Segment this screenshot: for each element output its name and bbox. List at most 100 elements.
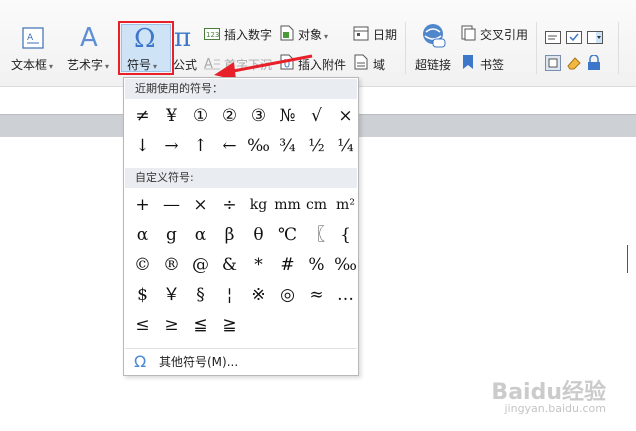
field-button[interactable]: 域 [373, 56, 385, 73]
crossref-button[interactable]: 交叉引用 [480, 26, 528, 43]
crossref-icon [460, 25, 476, 41]
symbol-cell[interactable]: ¦ [215, 281, 244, 309]
more-symbols-button[interactable]: Ω 其他符号(M)... [125, 348, 357, 374]
symbol-cell[interactable]: α [186, 221, 215, 249]
date-button[interactable]: 日期 [373, 26, 397, 43]
symbol-cell[interactable]: % [302, 251, 331, 279]
symbol-cell[interactable]: ◎ [273, 281, 302, 309]
symbol-cell[interactable]: © [128, 251, 157, 279]
symbol-cell[interactable]: ¼ [331, 132, 360, 160]
symbol-cell[interactable]: cm [302, 191, 331, 219]
symbol-cell[interactable]: ← [215, 132, 244, 160]
separator [536, 22, 537, 74]
symbol-cell[interactable]: — [157, 191, 186, 219]
symbol-cell[interactable]: ≤ [128, 311, 157, 339]
hyperlink-icon[interactable] [421, 22, 447, 50]
symbol-cell[interactable]: § [186, 281, 215, 309]
symbol-cell[interactable]: { [331, 221, 360, 249]
symbol-cell[interactable]: * [244, 251, 273, 279]
svg-text:A: A [80, 23, 98, 50]
chevron-down-icon: ▾ [105, 62, 110, 71]
symbol-cell[interactable]: # [273, 251, 302, 279]
symbol-cell[interactable]: mm [273, 191, 302, 219]
symbol-cell[interactable]: ≦ [186, 311, 215, 339]
object-icon [280, 25, 294, 41]
symbol-cell[interactable]: 〖 [302, 221, 331, 249]
textbox-button[interactable]: 文本框 ▾ [11, 56, 53, 73]
symbol-cell[interactable]: ≥ [157, 311, 186, 339]
symbol-cell[interactable]: ½ [302, 132, 331, 160]
field-icon [353, 54, 369, 70]
eraser-icon[interactable] [566, 55, 582, 71]
dropdown-control-icon[interactable] [587, 29, 603, 44]
wordart-icon[interactable]: A [78, 22, 104, 53]
symbol-cell[interactable]: g [157, 221, 186, 249]
symbol-cell[interactable]: ℃ [273, 221, 302, 249]
symbol-cell[interactable]: α [128, 221, 157, 249]
symbol-cell[interactable]: m² [331, 191, 360, 219]
wordart-button[interactable]: 艺术字 ▾ [67, 56, 109, 73]
symbol-cell[interactable]: × [186, 191, 215, 219]
symbol-cell[interactable]: ‰ [331, 251, 360, 279]
checkbox-control-icon[interactable] [566, 29, 582, 44]
textbox-icon[interactable]: A [22, 27, 44, 49]
symbol-cell[interactable]: & [215, 251, 244, 279]
bookmark-label: 书签 [480, 58, 505, 72]
symbol-cell[interactable]: … [331, 281, 360, 309]
chevron-down-icon: ▾ [324, 32, 329, 41]
symbol-cell[interactable]: × [331, 102, 360, 130]
symbol-cell[interactable]: kg [244, 191, 273, 219]
symbol-cell[interactable]: ③ [244, 102, 273, 130]
symbol-cell[interactable]: ② [215, 102, 244, 130]
text-control-icon[interactable] [545, 29, 561, 44]
separator [618, 22, 619, 74]
text-cursor [627, 245, 628, 273]
symbol-cell[interactable]: ¥ [157, 102, 186, 130]
omega-icon: Ω [134, 352, 147, 371]
symbol-cell[interactable]: ① [186, 102, 215, 130]
symbol-cell[interactable]: ‰ [244, 132, 273, 160]
symbol-cell[interactable]: ↑ [186, 132, 215, 160]
symbol-cell[interactable]: ® [157, 251, 186, 279]
pi-icon[interactable]: π [174, 22, 200, 53]
hyperlink-button[interactable]: 超链接 [415, 56, 451, 73]
symbol-highlight-frame [118, 21, 174, 75]
insert-number-button[interactable]: 插入数字 [224, 26, 272, 43]
field-label: 域 [373, 58, 386, 72]
symbol-cell[interactable]: ※ [244, 281, 273, 309]
symbol-cell[interactable]: ÷ [215, 191, 244, 219]
bookmark-button[interactable]: 书签 [480, 56, 504, 73]
recent-symbols-header: 近期使用的符号： [125, 79, 357, 99]
svg-text:123: 123 [206, 31, 219, 39]
symbol-cell[interactable]: № [273, 102, 302, 130]
symbol-cell[interactable]: ￥ [157, 281, 186, 309]
symbol-cell[interactable]: $ [128, 281, 157, 309]
chevron-down-icon: ▾ [49, 62, 54, 71]
formula-label: 公式 [173, 58, 198, 72]
separator [405, 22, 406, 74]
symbol-cell[interactable]: ¾ [273, 132, 302, 160]
date-icon [353, 25, 369, 41]
bookmark-icon [462, 54, 474, 70]
symbol-cell[interactable]: ↓ [128, 132, 157, 160]
formula-button[interactable]: 公式 [173, 56, 197, 73]
symbol-cell[interactable]: → [157, 132, 186, 160]
insert-number-label: 插入数字 [224, 28, 273, 42]
svg-text:A: A [27, 33, 34, 43]
symbol-dropdown-menu: 近期使用的符号： 自定义符号: Ω 其他符号(M)... ≠ ¥ ① ② ③ № √ × ↓ → ↑… [123, 77, 359, 376]
symbol-cell[interactable]: √ [302, 102, 331, 130]
wordart-label: 艺术字 [67, 58, 104, 72]
symbol-cell[interactable]: β [215, 221, 244, 249]
object-button[interactable]: 对象 ▾ [298, 26, 328, 43]
crossref-label: 交叉引用 [480, 28, 529, 42]
design-mode-icon[interactable] [545, 55, 561, 71]
date-label: 日期 [373, 28, 398, 42]
lock-icon[interactable] [587, 54, 601, 71]
symbol-cell[interactable]: ≧ [215, 311, 244, 339]
symbol-cell[interactable]: @ [186, 251, 215, 279]
symbol-cell[interactable]: + [128, 191, 157, 219]
symbol-cell[interactable]: ≠ [128, 102, 157, 130]
symbol-cell[interactable]: ≈ [302, 281, 331, 309]
object-label: 对象 [298, 28, 323, 42]
symbol-cell[interactable]: θ [244, 221, 273, 249]
